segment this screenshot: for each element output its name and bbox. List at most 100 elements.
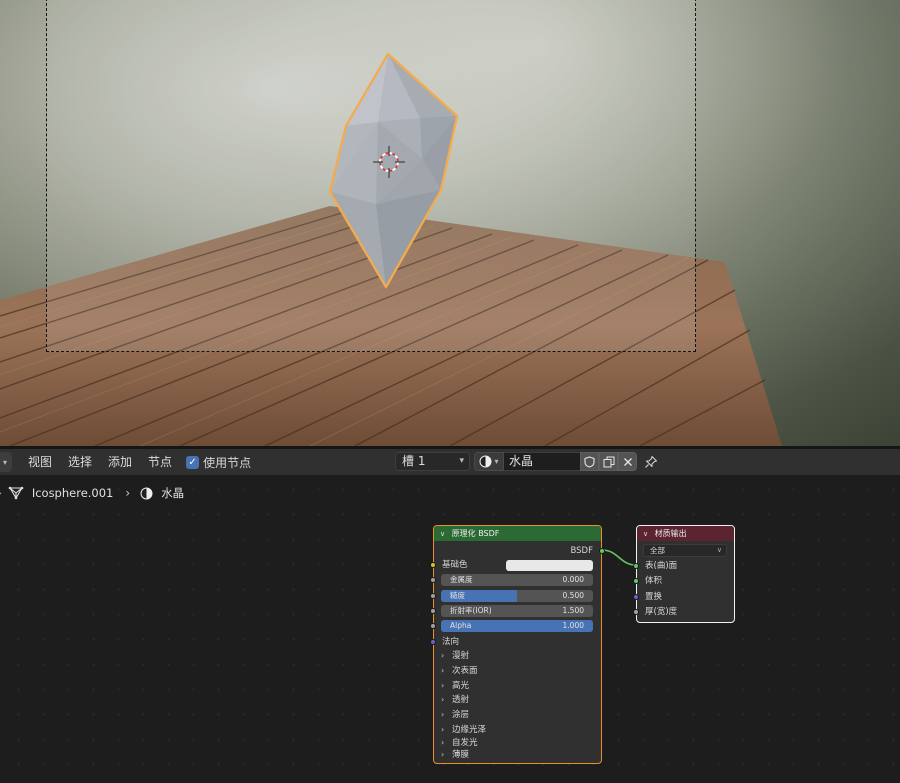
target-row: 全部 ∨	[637, 544, 734, 558]
node-header[interactable]: ∨ 材质输出	[637, 526, 734, 541]
3d-viewport[interactable]	[0, 0, 900, 446]
material-output-node[interactable]: ∨ 材质输出 全部 ∨ 表(曲)面 体积 置换 厚(宽)度	[633, 525, 735, 623]
chevron-right-icon: ›	[0, 486, 2, 500]
pin-button[interactable]	[641, 452, 661, 472]
metallic-socket[interactable]	[430, 577, 436, 583]
surface-input-row: 表(曲)面	[633, 559, 734, 573]
roughness-label: 糙度	[450, 591, 465, 600]
material-name-field[interactable]: 水晶	[504, 452, 580, 471]
close-icon	[623, 457, 632, 466]
base-color-row: 基础色	[430, 558, 601, 572]
metallic-label: 金属度	[450, 575, 473, 584]
volume-input-row: 体积	[633, 574, 734, 588]
checkbox-checked-icon: ✓	[186, 455, 200, 469]
menu-add[interactable]: 添加	[100, 451, 140, 473]
material-slot-dropdown[interactable]: 槽 1 ▾	[395, 452, 470, 471]
use-nodes-toggle[interactable]: ✓ 使用节点	[180, 454, 257, 471]
roughness-value: 0.500	[562, 591, 584, 600]
chevron-right-icon: ›	[441, 695, 445, 704]
node-editor-header: ▾ 视图 选择 添加 节点 ✓ 使用节点 槽 1 ▾ ▾ 水晶	[0, 449, 900, 475]
displacement-input-row: 置换	[633, 590, 734, 604]
section-label: 高光	[452, 681, 470, 691]
breadcrumb: › Icosphere.001 › 水晶	[0, 483, 184, 503]
section-label: 薄膜	[452, 750, 470, 760]
chevron-down-icon: ▾	[494, 457, 499, 466]
bsdf-output-label: BSDF	[570, 546, 593, 556]
unlink-material-button[interactable]	[618, 452, 637, 471]
duplicate-material-button[interactable]	[599, 452, 618, 471]
metallic-row: 金属度 0.000	[430, 573, 601, 587]
chevron-right-icon: ›	[441, 651, 445, 660]
thickness-label: 厚(宽)度	[645, 607, 678, 617]
section-diffuse[interactable]: › 漫射	[434, 649, 601, 663]
breadcrumb-material: 水晶	[161, 486, 185, 500]
camera-frame	[46, 0, 696, 352]
volume-socket[interactable]	[633, 578, 639, 584]
chevron-right-icon: ›	[441, 725, 445, 734]
menu-select[interactable]: 选择	[60, 451, 100, 473]
editor-type-button[interactable]: ▾	[0, 452, 12, 472]
use-nodes-label: 使用节点	[203, 455, 252, 470]
section-label: 涂层	[452, 710, 470, 720]
mesh-icon	[8, 486, 24, 500]
ior-slider[interactable]: 折射率(IOR) 1.500	[441, 605, 593, 617]
pin-icon	[645, 455, 658, 468]
menu-view[interactable]: 视图	[20, 451, 60, 473]
metallic-slider[interactable]: 金属度 0.000	[441, 574, 593, 586]
alpha-slider[interactable]: Alpha 1.000	[441, 620, 593, 632]
fake-user-button[interactable]	[580, 452, 599, 471]
alpha-row: Alpha 1.000	[430, 619, 601, 633]
base-color-socket[interactable]	[430, 562, 436, 568]
section-subsurface[interactable]: › 次表面	[434, 664, 601, 678]
bsdf-output-socket[interactable]	[599, 548, 605, 554]
thickness-input-row: 厚(宽)度	[633, 605, 734, 619]
slot-label: 槽 1	[402, 454, 426, 468]
chevron-right-icon: ›	[125, 486, 131, 500]
section-coat[interactable]: › 涂层	[434, 708, 601, 722]
normal-socket[interactable]	[430, 639, 436, 645]
alpha-value: 1.000	[562, 621, 584, 630]
chevron-right-icon: ›	[441, 710, 445, 719]
metallic-value: 0.000	[562, 575, 584, 584]
shield-icon	[584, 455, 595, 468]
normal-row: 法向	[430, 635, 601, 649]
browse-material-button[interactable]: ▾	[474, 452, 504, 471]
chevron-right-icon: ›	[441, 750, 445, 759]
roughness-slider[interactable]: 糙度 0.500	[441, 590, 593, 602]
thickness-socket[interactable]	[633, 609, 639, 615]
chevron-right-icon: ›	[441, 666, 445, 675]
principled-bsdf-node[interactable]: ∨ 原理化 BSDF BSDF 基础色 金属度 0.000 糙度 0.500 折…	[430, 525, 605, 764]
alpha-label: Alpha	[450, 621, 472, 630]
section-sheen[interactable]: › 边缘光泽	[434, 723, 601, 737]
base-color-label: 基础色	[442, 560, 468, 570]
chevron-down-icon[interactable]: ∨	[440, 530, 445, 538]
chevron-right-icon: ›	[441, 681, 445, 690]
material-sphere-icon	[140, 487, 153, 499]
surface-socket[interactable]	[633, 563, 639, 569]
roughness-socket[interactable]	[430, 593, 436, 599]
ior-row: 折射率(IOR) 1.500	[430, 604, 601, 618]
chevron-down-icon: ▾	[2, 457, 7, 467]
section-thin-film[interactable]: › 薄膜	[434, 748, 601, 762]
section-label: 透射	[452, 695, 470, 705]
section-transmission[interactable]: › 透射	[434, 693, 601, 707]
material-selector: ▾ 水晶	[474, 452, 637, 471]
menu-node[interactable]: 节点	[140, 451, 180, 473]
ior-socket[interactable]	[430, 608, 436, 614]
roughness-row: 糙度 0.500	[430, 589, 601, 603]
material-sphere-icon	[479, 455, 492, 468]
bsdf-output-row: BSDF	[434, 544, 605, 558]
target-dropdown[interactable]: 全部 ∨	[643, 544, 727, 557]
surface-label: 表(曲)面	[645, 561, 678, 571]
chevron-down-icon: ∨	[716, 546, 722, 554]
chevron-down-icon: ▾	[459, 456, 464, 466]
ior-value: 1.500	[562, 606, 584, 615]
section-specular[interactable]: › 高光	[434, 679, 601, 693]
displacement-socket[interactable]	[633, 594, 639, 600]
alpha-socket[interactable]	[430, 623, 436, 629]
section-label: 边缘光泽	[452, 725, 487, 735]
base-color-swatch[interactable]	[506, 560, 593, 571]
chevron-down-icon[interactable]: ∨	[643, 530, 648, 538]
normal-label: 法向	[442, 637, 460, 647]
node-header[interactable]: ∨ 原理化 BSDF	[434, 526, 601, 541]
